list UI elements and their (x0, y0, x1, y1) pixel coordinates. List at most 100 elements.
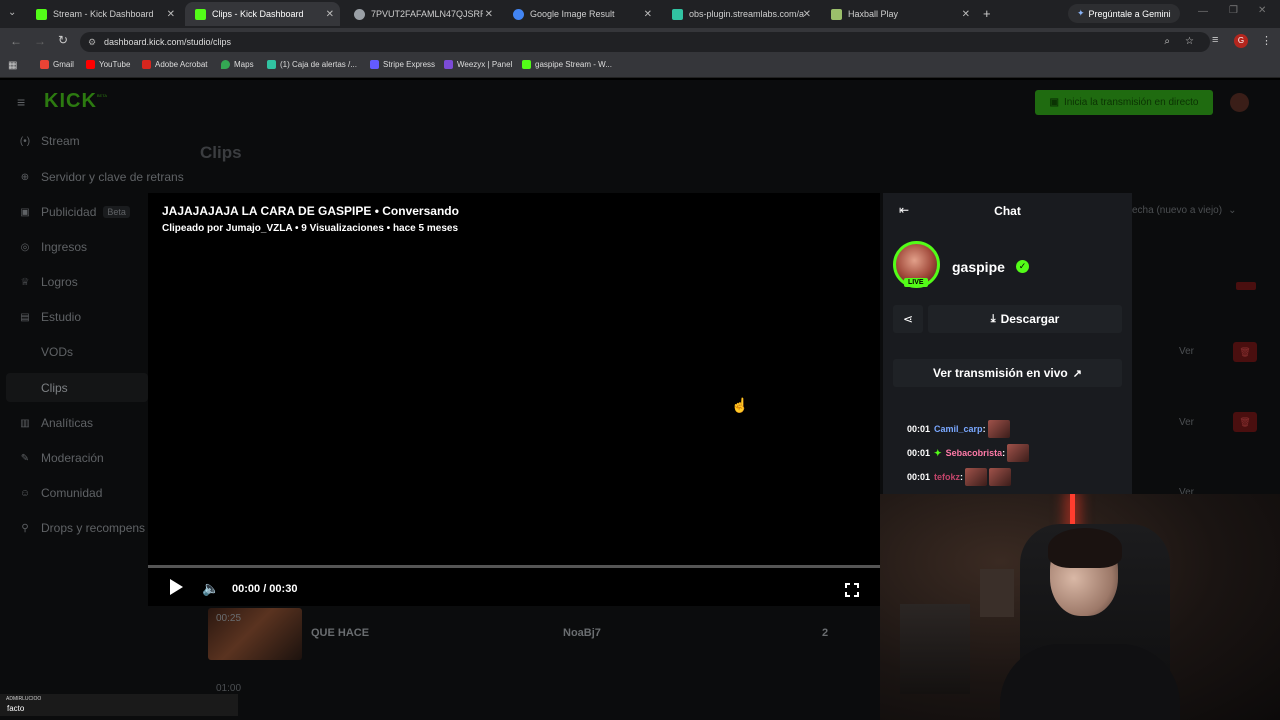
kick-favicon-icon (195, 8, 206, 20)
hamburger-menu-icon[interactable]: ≡ (17, 94, 25, 110)
gemini-button[interactable]: ✦ Pregúntale a Gemini (1068, 4, 1180, 23)
close-icon[interactable]: ✕ (803, 9, 811, 20)
restore-icon[interactable]: ❐ (1229, 5, 1238, 16)
new-tab-icon[interactable]: + (983, 6, 991, 21)
chat-header: Chat (994, 204, 1021, 218)
external-link-icon: ↗ (1072, 367, 1082, 380)
clip-views: 2 (822, 627, 829, 639)
close-icon[interactable]: ✕ (644, 9, 652, 20)
sidebar-item-drops[interactable]: ⚲ Drops y recompens (18, 521, 145, 535)
sidebar-item-income[interactable]: ◎ Ingresos (18, 240, 87, 254)
sidebar-label: Clips (41, 381, 68, 395)
view-link[interactable]: Ver (1179, 346, 1194, 357)
tab-obs-plugin[interactable]: obs-plugin.streamlabs.com/au ✕ (662, 2, 817, 26)
chat-username[interactable]: Sebacobrista (946, 448, 1003, 458)
kebab-menu-icon[interactable]: ⋮ (1261, 34, 1272, 47)
close-icon[interactable]: ✕ (167, 9, 175, 20)
forward-icon[interactable]: → (34, 34, 46, 48)
maps-icon (221, 60, 230, 69)
bookmark-alerts[interactable]: (1) Caja de alertas /... (267, 60, 357, 69)
view-link[interactable]: Ver (1179, 417, 1194, 428)
sort-dropdown[interactable]: echa (nuevo a viejo) ⌄ (1132, 205, 1236, 216)
sidebar-item-clips[interactable]: Clips (41, 381, 68, 395)
volume-icon[interactable]: 🔈 (202, 580, 219, 597)
address-input[interactable]: ⚙ dashboard.kick.com/studio/clips ⌕ ☆ (80, 32, 1210, 52)
tab-7pvut[interactable]: 7PVUT2FAFAMLN47QJSRR3AU ✕ (344, 2, 499, 26)
clip-title: QUE HACE (311, 627, 370, 639)
wrench-icon: ✎ (20, 452, 30, 464)
logo-badge: BETA (96, 93, 108, 98)
chat-username[interactable]: tefokz (934, 472, 960, 482)
sidebar-label: Stream (41, 134, 80, 148)
clip-author: NoaBj7 (563, 627, 601, 639)
sidebar-item-achievements[interactable]: ♕ Logros (18, 275, 78, 289)
channel-name[interactable]: gaspipe (952, 259, 1005, 275)
bookmark-maps[interactable]: Maps (221, 60, 254, 69)
ticker-top-text: ADMIRLUCIOO (6, 696, 42, 702)
clip-player[interactable]: JAJAJAJAJA LA CARA DE GASPIPE • Conversa… (148, 193, 880, 606)
watch-live-button[interactable]: Ver transmisión en vivo ↗ (893, 359, 1122, 387)
chat-colon: : (1002, 448, 1006, 458)
drops-icon: ⚲ (21, 522, 29, 534)
delete-button[interactable]: 🗑 (1233, 412, 1257, 432)
site-info-icon[interactable]: ⚙ (88, 32, 96, 52)
bookmark-stripe[interactable]: Stripe Express (370, 60, 435, 69)
start-stream-button[interactable]: ▣ Inicia la transmisión en directo (1035, 90, 1213, 115)
page-title: Clips (200, 143, 242, 162)
browser-tab-bar: ⌄ Stream - Kick Dashboard ✕ Clips - Kick… (0, 0, 1280, 28)
share-button[interactable]: ⋖ (893, 305, 923, 333)
clip-thumbnail[interactable]: 00:25 (208, 608, 302, 660)
tab-stream-dashboard[interactable]: Stream - Kick Dashboard ✕ (26, 2, 181, 26)
hand-cursor-icon: ☝ (731, 397, 749, 413)
close-icon[interactable]: ✕ (962, 9, 970, 20)
sidebar-item-vods[interactable]: VODs (41, 345, 73, 359)
sidebar-item-analytics[interactable]: ▥ Analíticas (18, 416, 93, 430)
sidebar-label: Comunidad (41, 486, 103, 500)
close-icon[interactable]: ✕ (326, 9, 334, 20)
sidebar-item-ads[interactable]: ▣ Publicidad Beta (18, 205, 130, 219)
profile-avatar[interactable]: G (1234, 34, 1248, 48)
tab-google-image-result[interactable]: Google Image Result ✕ (503, 2, 658, 26)
reload-icon[interactable]: ↻ (58, 33, 68, 47)
gemini-icon: ✦ (1077, 8, 1085, 18)
desk-items (900, 604, 970, 694)
apps-grid-icon[interactable]: ▦ (8, 60, 17, 71)
reading-list-icon[interactable]: ≡ (1212, 34, 1218, 46)
server-icon: ⊕ (20, 171, 30, 183)
bookmark-label: Maps (234, 60, 254, 69)
haxball-favicon-icon (831, 8, 842, 20)
delete-button[interactable]: 🗑 (1233, 342, 1257, 362)
back-icon[interactable]: ← (10, 34, 22, 48)
bookmark-star-icon[interactable]: ☆ (1185, 32, 1194, 52)
tab-search-icon[interactable]: ⌄ (8, 7, 16, 18)
minimize-icon[interactable]: — (1198, 6, 1208, 17)
sidebar-item-moderation[interactable]: ✎ Moderación (18, 451, 104, 465)
bookmark-youtube[interactable]: YouTube (86, 60, 130, 69)
progress-bar[interactable] (148, 565, 880, 568)
bookmark-acrobat[interactable]: Adobe Acrobat (142, 60, 207, 69)
bookmark-gmail[interactable]: Gmail (40, 60, 74, 69)
tab-haxball[interactable]: Haxball Play ✕ (821, 2, 976, 26)
window-close-icon[interactable]: ✕ (1258, 5, 1266, 16)
close-icon[interactable]: ✕ (485, 9, 493, 20)
download-button[interactable]: ⤓ Descargar (928, 305, 1122, 333)
sidebar-label: Servidor y clave de retrans (41, 170, 184, 184)
sidebar-item-community[interactable]: ☺ Comunidad (18, 486, 102, 500)
bookmark-weezyx[interactable]: Weezyx | Panel (444, 60, 512, 69)
bookmark-gaspipe-stream[interactable]: gaspipe Stream - W... (522, 60, 612, 69)
download-icon: ⤓ (990, 312, 996, 325)
user-avatar[interactable] (1230, 93, 1249, 112)
streamlabs-icon (267, 60, 276, 69)
start-stream-label: Inicia la transmisión en directo (1063, 97, 1199, 108)
sidebar-label: Estudio (41, 310, 82, 324)
sidebar-item-server-key[interactable]: ⊕ Servidor y clave de retrans (18, 170, 184, 184)
delete-button[interactable] (1236, 282, 1256, 290)
tab-clips-dashboard[interactable]: Clips - Kick Dashboard ✕ (185, 2, 340, 26)
kick-logo[interactable]: KICK BETA (44, 90, 107, 113)
sidebar-item-stream[interactable]: (•) Stream (18, 134, 80, 148)
sidebar-item-studio[interactable]: ▤ Estudio (18, 310, 81, 324)
chat-username[interactable]: Camil_carp (934, 424, 983, 434)
beta-badge: Beta (103, 206, 130, 218)
zoom-icon[interactable]: ⌕ (1164, 32, 1170, 52)
play-icon[interactable] (170, 579, 183, 595)
